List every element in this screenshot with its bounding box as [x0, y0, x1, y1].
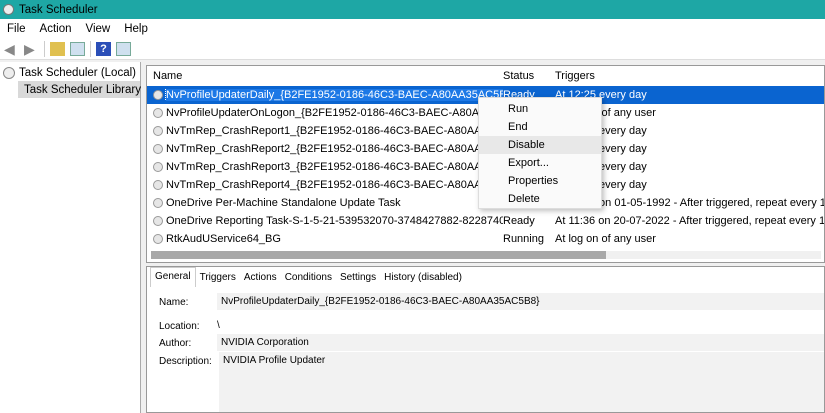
toolbar-divider — [90, 40, 91, 57]
context-menu-delete[interactable]: Delete — [479, 190, 601, 208]
task-clock-icon — [153, 126, 163, 136]
description-field[interactable]: NVIDIA Profile Updater — [219, 352, 824, 412]
tab-settings[interactable]: Settings — [336, 272, 380, 283]
task-clock-icon — [153, 198, 163, 208]
task-name: OneDrive Reporting Task-S-1-5-21-5395320… — [147, 215, 503, 227]
tab-triggers[interactable]: Triggers — [196, 272, 240, 283]
menu-view[interactable]: View — [79, 23, 118, 35]
menu-action[interactable]: Action — [33, 23, 79, 35]
action-pane-icon[interactable] — [116, 41, 131, 56]
context-menu-disable[interactable]: Disable — [479, 136, 601, 154]
task-name: NvTmRep_CrashReport2_{B2FE1952-0186-46C3… — [147, 143, 503, 155]
name-label: Name: — [159, 297, 189, 308]
task-name: NvTmRep_CrashReport1_{B2FE1952-0186-46C3… — [147, 125, 503, 137]
tab-conditions[interactable]: Conditions — [281, 272, 336, 283]
task-status: Running — [503, 233, 544, 245]
task-name: NvTmRep_CrashReport3_{B2FE1952-0186-46C3… — [147, 161, 503, 173]
author-field[interactable]: NVIDIA Corporation — [217, 334, 824, 351]
menu-file[interactable]: File — [0, 23, 33, 35]
tab-actions[interactable]: Actions — [240, 272, 281, 283]
details-tabs: General Triggers Actions Conditions Sett… — [147, 267, 824, 287]
forward-icon[interactable]: ▶ — [24, 42, 39, 56]
task-name: NvTmRep_CrashReport4_{B2FE1952-0186-46C3… — [147, 179, 503, 191]
tree-item-task-scheduler-local[interactable]: Task Scheduler (Local) — [0, 64, 140, 81]
description-label: Description: — [159, 356, 212, 367]
list-header: Name Status Triggers — [147, 66, 824, 86]
task-clock-icon — [153, 234, 163, 244]
task-clock-icon — [153, 90, 163, 100]
context-menu: Run End Disable Export... Properties Del… — [478, 97, 602, 209]
task-scheduler-icon — [3, 4, 14, 15]
task-triggers: At log on of any user — [555, 233, 656, 245]
task-clock-icon — [153, 180, 163, 190]
details-pane: General Triggers Actions Conditions Sett… — [146, 266, 825, 413]
up-folder-icon[interactable] — [50, 41, 65, 56]
task-clock-icon — [153, 144, 163, 154]
task-name: OneDrive Per-Machine Standalone Update T… — [147, 197, 503, 209]
context-menu-properties[interactable]: Properties — [479, 172, 601, 190]
clock-icon — [3, 66, 15, 79]
tab-history[interactable]: History (disabled) — [380, 272, 466, 283]
show-hide-console-icon[interactable] — [70, 41, 85, 56]
menu-bar: File Action View Help — [0, 19, 825, 38]
toolbar: ◀ ▶ ? — [0, 38, 825, 60]
task-clock-icon — [153, 216, 163, 226]
context-menu-run[interactable]: Run — [479, 100, 601, 118]
task-status: Ready — [503, 215, 535, 227]
task-name: RtkAudUService64_BG — [147, 233, 503, 245]
general-tab-content: Name: NvProfileUpdaterDaily_{B2FE1952-01… — [151, 288, 824, 412]
context-menu-end[interactable]: End — [479, 118, 601, 136]
table-row[interactable]: OneDrive Reporting Task-S-1-5-21-5395320… — [147, 212, 824, 230]
back-icon[interactable]: ◀ — [4, 42, 19, 56]
navigation-tree: Task Scheduler (Local) Task Scheduler Li… — [0, 62, 141, 413]
column-status[interactable]: Status — [503, 70, 555, 82]
table-row[interactable]: RtkAudUService64_BG Running At log on of a… — [147, 230, 824, 248]
horizontal-scrollbar[interactable] — [151, 251, 821, 259]
location-value: \ — [213, 317, 224, 334]
location-label: Location: — [159, 321, 200, 332]
task-name: NvProfileUpdaterDaily_{B2FE1952-0186-46C… — [147, 89, 503, 101]
context-menu-export[interactable]: Export... — [479, 154, 601, 172]
toolbar-divider — [44, 40, 45, 57]
task-triggers: At 11:36 on 20-07-2022 - After triggered… — [555, 215, 824, 227]
task-clock-icon — [153, 108, 163, 118]
name-field[interactable]: NvProfileUpdaterDaily_{B2FE1952-0186-46C… — [217, 293, 824, 310]
task-clock-icon — [153, 162, 163, 172]
task-name: NvProfileUpdaterOnLogon_{B2FE1952-0186-4… — [147, 107, 503, 119]
scrollbar-thumb[interactable] — [151, 251, 606, 259]
author-label: Author: — [159, 338, 192, 349]
column-name[interactable]: Name — [147, 70, 503, 82]
menu-help[interactable]: Help — [117, 23, 155, 35]
tree-item-task-scheduler-library[interactable]: Task Scheduler Library — [18, 81, 141, 98]
window-title: Task Scheduler — [19, 3, 98, 16]
help-icon[interactable]: ? — [96, 41, 111, 56]
title-bar: Task Scheduler — [0, 0, 825, 19]
tab-general[interactable]: General — [150, 267, 196, 287]
column-triggers[interactable]: Triggers — [555, 70, 824, 82]
